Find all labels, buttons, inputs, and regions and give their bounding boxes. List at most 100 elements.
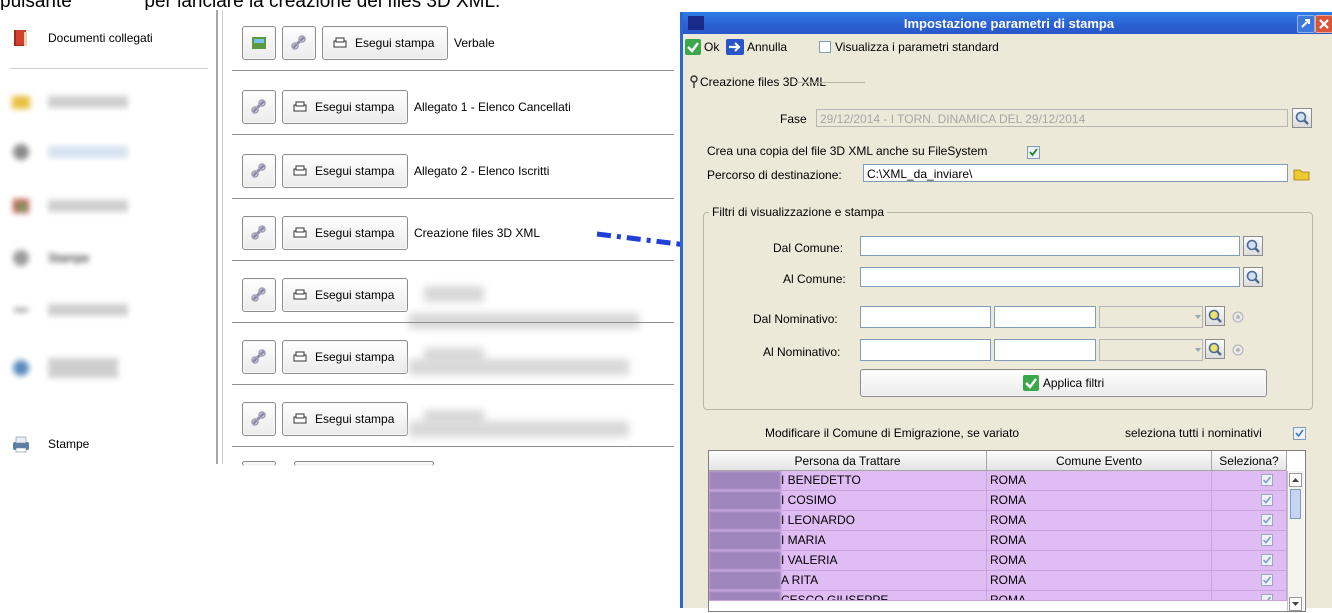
link-button[interactable] <box>242 402 276 436</box>
fase-field[interactable]: 29/12/2014 - I TORN. DINAMICA DEL 29/12/… <box>816 109 1288 127</box>
visualizza-standard-checkbox[interactable]: Visualizza i parametri standard <box>819 40 999 54</box>
al-nominativo-search-button[interactable] <box>1205 339 1225 359</box>
grid-row[interactable]: I LEONARDO ROMA <box>709 511 1287 531</box>
row-select-checkbox[interactable] <box>1261 594 1273 601</box>
esegui-stampa-button-partial[interactable] <box>294 461 434 466</box>
esegui-stampa-label: Esegui stampa <box>315 412 395 426</box>
restore-button[interactable] <box>1297 15 1315 33</box>
dal-comune-search-button[interactable] <box>1243 236 1263 256</box>
link-button-partial[interactable] <box>242 461 276 466</box>
sidebar-item-blurred-6[interactable] <box>10 348 210 388</box>
column-header-seleziona[interactable]: Seleziona? <box>1212 451 1287 471</box>
cell-persona: A RITA <box>709 571 987 590</box>
check-icon <box>1022 375 1039 391</box>
grafico-button[interactable] <box>242 26 276 60</box>
row-select-checkbox[interactable] <box>1261 514 1273 526</box>
row-select-checkbox[interactable] <box>1261 554 1273 566</box>
standard-checkbox-box[interactable] <box>819 41 831 53</box>
al-nominativo-nome[interactable] <box>994 339 1096 361</box>
al-nominativo-cognome[interactable] <box>860 339 991 361</box>
esegui-stampa-button[interactable]: Esegui stampa <box>282 90 408 124</box>
scroll-thumb[interactable] <box>1290 489 1301 519</box>
seleziona-tutti-checkbox[interactable] <box>1293 427 1306 440</box>
row-separator <box>232 198 674 199</box>
gear-icon <box>13 250 29 266</box>
dialog-titlebar[interactable]: Impostazione parametri di stampa <box>683 12 1332 34</box>
sidebar-item-blurred-3[interactable] <box>10 186 210 226</box>
exit-arrow-icon <box>726 39 744 55</box>
sidebar-item-stampe[interactable]: Stampe <box>10 424 210 464</box>
report-label: Allegato 1 - Elenco Cancellati <box>414 100 571 114</box>
scroll-up-button[interactable] <box>1289 473 1302 487</box>
grid-row[interactable]: I VALERIA ROMA <box>709 551 1287 571</box>
row-select-checkbox[interactable] <box>1261 574 1273 586</box>
link-button[interactable] <box>242 278 276 312</box>
grid-row[interactable]: I COSIMO ROMA <box>709 491 1287 511</box>
clear-icon[interactable] <box>1231 310 1245 324</box>
report-row: Esegui stampa <box>232 393 676 448</box>
close-button[interactable] <box>1315 15 1332 33</box>
print-icon <box>333 37 347 48</box>
al-comune-search-button[interactable] <box>1243 267 1263 287</box>
persona-name: A RITA <box>781 573 819 587</box>
link-button[interactable] <box>242 340 276 374</box>
fase-search-button[interactable] <box>1292 108 1312 128</box>
applica-filtri-button[interactable]: Applica filtri <box>860 369 1267 397</box>
redacted-surname <box>709 551 781 570</box>
copia-filesystem-checkbox[interactable] <box>1027 146 1040 159</box>
dialog-toolbar: Ok Annulla Visualizza i parametri standa… <box>683 38 1332 60</box>
sidebar-item-blurred-4[interactable]: Stampe <box>10 238 210 278</box>
grid-row[interactable]: CESCO GIUSEPPE ROMA <box>709 591 1287 601</box>
sidebar-item-blurred-2[interactable] <box>10 132 210 172</box>
percorso-field[interactable]: C:\XML_da_inviare\ <box>863 164 1288 182</box>
dal-nominativo-select[interactable] <box>1099 306 1203 328</box>
column-header-comune[interactable]: Comune Evento <box>987 451 1212 471</box>
grid-scrollbar[interactable] <box>1287 471 1304 611</box>
esegui-stampa-button[interactable]: Esegui stampa <box>282 340 408 374</box>
modificare-comune-label: Modificare il Comune di Emigrazione, se … <box>765 426 1020 440</box>
splitter-left[interactable] <box>216 10 218 464</box>
esegui-stampa-button[interactable]: Esegui stampa <box>282 216 408 250</box>
al-nominativo-select[interactable] <box>1099 339 1203 361</box>
chart-icon <box>13 199 29 213</box>
annulla-label: Annulla <box>747 40 788 54</box>
esegui-stampa-button[interactable]: Esegui stampa <box>282 278 408 312</box>
dal-nominativo-cognome[interactable] <box>860 306 991 328</box>
link-button[interactable] <box>242 216 276 250</box>
clear-icon[interactable] <box>1231 343 1245 357</box>
grid-row[interactable]: I MARIA ROMA <box>709 531 1287 551</box>
cell-comune: ROMA <box>987 551 1212 570</box>
link-button[interactable] <box>282 26 316 60</box>
esegui-stampa-button[interactable]: Esegui stampa <box>282 154 408 188</box>
row-select-checkbox[interactable] <box>1261 534 1273 546</box>
globe-icon <box>13 360 29 376</box>
sidebar-item-blurred-1[interactable] <box>10 82 210 122</box>
row-select-checkbox[interactable] <box>1261 494 1273 506</box>
esegui-stampa-button[interactable]: Esegui stampa <box>322 26 448 60</box>
link-icon <box>251 225 266 240</box>
sidebar-item-label <box>48 358 118 378</box>
chevron-down-icon[interactable] <box>1193 342 1203 358</box>
link-button[interactable] <box>242 90 276 124</box>
link-icon <box>251 349 266 364</box>
sidebar-item-blurred-5[interactable] <box>10 290 210 330</box>
ok-button[interactable]: Ok <box>685 39 719 55</box>
grid-row[interactable]: I BENEDETTO ROMA <box>709 471 1287 491</box>
grid-row[interactable]: A RITA ROMA <box>709 571 1287 591</box>
annulla-button[interactable]: Annulla <box>726 39 787 55</box>
browse-folder-button[interactable] <box>1292 164 1312 184</box>
cell-persona: I LEONARDO <box>709 511 987 530</box>
dal-nominativo-nome[interactable] <box>994 306 1096 328</box>
dal-nominativo-search-button[interactable] <box>1205 306 1225 326</box>
esegui-stampa-button[interactable]: Esegui stampa <box>282 402 408 436</box>
chevron-down-icon[interactable] <box>1193 309 1203 325</box>
scroll-down-button[interactable] <box>1289 597 1302 611</box>
row-select-checkbox[interactable] <box>1261 474 1273 486</box>
column-header-persona[interactable]: Persona da Trattare <box>709 451 987 471</box>
dal-comune-field[interactable] <box>860 236 1240 256</box>
sidebar-item-documenti[interactable]: Documenti collegati <box>10 18 210 58</box>
redacted-surname <box>709 571 781 590</box>
al-comune-field[interactable] <box>860 267 1240 287</box>
link-button[interactable] <box>242 154 276 188</box>
report-row: Esegui stampa Verbale <box>232 17 676 72</box>
